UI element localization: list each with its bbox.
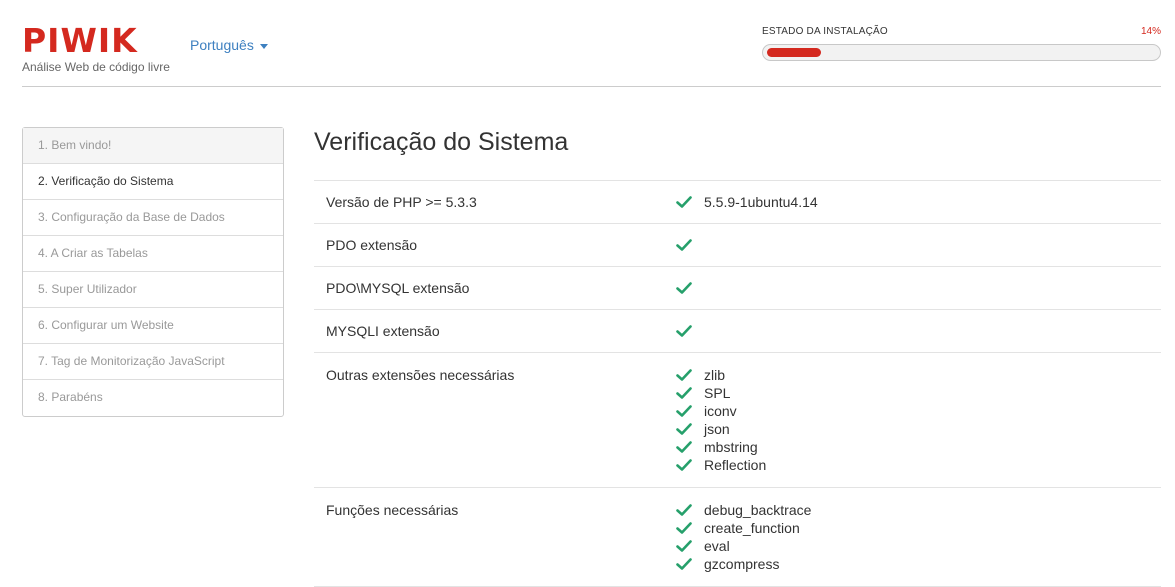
progress-percent: 14% (1140, 26, 1161, 37)
check-value: json (676, 420, 1161, 438)
check-label: PDO extensão (326, 237, 418, 253)
check-value-text: eval (704, 538, 730, 554)
check-row: PDO extensão (314, 224, 1161, 267)
check-value-text: gzcompress (704, 556, 780, 572)
check-values (676, 279, 1161, 297)
check-values: 5.5.9-1ubuntu4.14 (676, 193, 1161, 211)
check-value-text: zlib (704, 367, 726, 383)
header-divider (22, 86, 1161, 87)
step-item: 6. Configurar um Website (23, 308, 283, 344)
check-value: mbstring (676, 438, 1161, 456)
check-value: Reflection (676, 456, 1161, 474)
check-value-text: Reflection (704, 457, 767, 473)
check-value-text: json (704, 421, 730, 437)
check-value: eval (676, 537, 1161, 555)
checkmark-icon (676, 441, 692, 453)
checkmark-icon (676, 522, 692, 534)
check-row: PDO\MYSQL extensão (314, 267, 1161, 310)
step-item: 2. Verificação do Sistema (23, 164, 283, 200)
check-label: Funções necessárias (326, 502, 459, 518)
system-check-table: Versão de PHP >= 5.3.3 5.5.9-1ubuntu4.14 P… (314, 180, 1161, 587)
check-label: MYSQLI extensão (326, 323, 440, 339)
check-value-text: iconv (704, 403, 737, 419)
check-value-text: mbstring (704, 439, 758, 455)
check-value: iconv (676, 402, 1161, 420)
checkmark-icon (676, 423, 692, 435)
checkmark-icon (676, 558, 692, 570)
page-title: Verificação do Sistema (314, 128, 569, 156)
check-label: Outras extensões necessárias (326, 367, 515, 383)
checkmark-icon (676, 540, 692, 552)
step-item: 4. A Criar as Tabelas (23, 236, 283, 272)
step-item: 3. Configuração da Base de Dados (23, 200, 283, 236)
step-item: 7. Tag de Monitorização JavaScript (23, 344, 283, 380)
check-values: zlib SPL iconv json mbstring Reflection (676, 366, 1161, 474)
check-value: zlib (676, 366, 1161, 384)
check-row: MYSQLI extensão (314, 310, 1161, 353)
tagline: Análise Web de código livre (22, 60, 170, 74)
check-value: SPL (676, 384, 1161, 402)
check-value-text: debug_backtrace (704, 502, 812, 518)
check-value-text: 5.5.9-1ubuntu4.14 (704, 194, 818, 210)
progress-label: ESTADO DA INSTALAÇÃO (762, 26, 888, 37)
check-value-text: create_function (704, 520, 800, 536)
check-row: Versão de PHP >= 5.3.3 5.5.9-1ubuntu4.14 (314, 181, 1161, 224)
step-item: 8. Parabéns (38, 390, 103, 404)
checkmark-icon (676, 369, 692, 381)
checkmark-icon (676, 405, 692, 417)
checkmark-icon (676, 282, 692, 294)
check-value (676, 279, 1161, 297)
caret-down-icon (259, 43, 268, 49)
progress-bar (762, 44, 1161, 61)
check-value: create_function (676, 519, 1161, 537)
check-label: PDO\MYSQL extensão (326, 280, 470, 296)
check-value: gzcompress (676, 555, 1161, 573)
check-values (676, 236, 1161, 254)
checkmark-icon (676, 239, 692, 251)
check-values: debug_backtrace create_functioneval gzcomp… (676, 501, 1161, 573)
progress-fill (767, 48, 821, 57)
check-row: Outras extensões necessárias zlib SPL iconv… (314, 353, 1161, 488)
check-row: Funções necessárias debug_backtracecreate… (314, 488, 1161, 587)
check-value (676, 322, 1161, 340)
language-label: Português (190, 37, 254, 53)
check-value: 5.5.9-1ubuntu4.14 (676, 193, 1161, 211)
logo-text: PIWIK (22, 21, 138, 60)
checkmark-icon (676, 504, 692, 516)
check-value: debug_backtrace (676, 501, 1161, 519)
checkmark-icon (676, 387, 692, 399)
check-value-text: SPL (704, 385, 731, 401)
step-item: 5. Super Utilizador (23, 272, 283, 308)
checkmark-icon (676, 196, 692, 208)
piwik-logo[interactable]: PIWIK (22, 21, 138, 60)
check-label: Versão de PHP >= 5.3.3 (326, 194, 477, 210)
step-item: 1. Bem vindo! (23, 128, 283, 164)
language-selector[interactable]: Português (190, 37, 268, 53)
checkmark-icon (676, 325, 692, 337)
check-value (676, 236, 1161, 254)
installation-steps: 1. Bem vindo! 2. Verificação do Sistema 3.… (22, 127, 284, 417)
checkmark-icon (676, 459, 692, 471)
check-values (676, 322, 1161, 340)
